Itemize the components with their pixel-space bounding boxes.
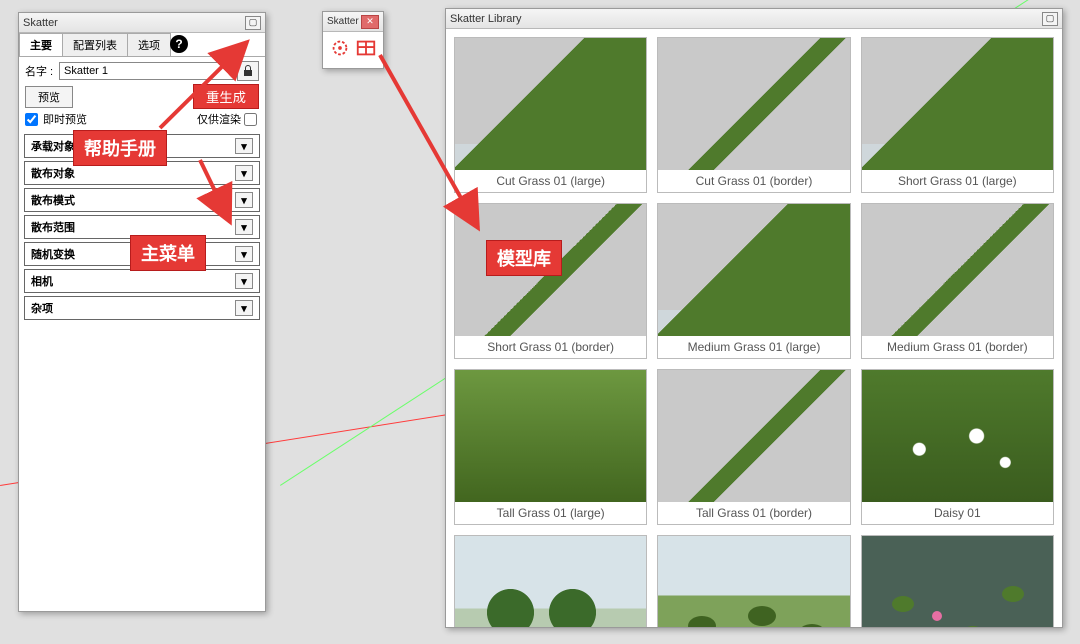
- tabs-bar: 主要 配置列表 选项 ?: [19, 33, 265, 57]
- library-item-label: Cut Grass 01 (large): [455, 170, 646, 192]
- library-body: Cut Grass 01 (large) Cut Grass 01 (borde…: [446, 29, 1062, 627]
- library-thumbnail: [862, 38, 1053, 170]
- library-item[interactable]: Short Grass 01 (large): [861, 37, 1054, 193]
- name-input[interactable]: [59, 62, 235, 80]
- expand-icon[interactable]: ▾: [235, 138, 253, 154]
- skatter-panel-titlebar[interactable]: Skatter ▢: [19, 13, 265, 33]
- expand-icon[interactable]: ▾: [235, 273, 253, 289]
- expand-icon[interactable]: ▾: [235, 300, 253, 316]
- library-item-label: Medium Grass 01 (border): [862, 336, 1053, 358]
- library-item[interactable]: Daisy 01: [861, 369, 1054, 525]
- section-misc[interactable]: 杂项 ▾: [24, 296, 260, 320]
- skatter-main-panel: Skatter ▢ 主要 配置列表 选项 ? 名字 : 预览 重生成 即时预览 …: [18, 12, 266, 612]
- regenerate-button[interactable]: 重生成: [193, 84, 259, 109]
- library-titlebar[interactable]: Skatter Library ▢: [446, 9, 1062, 29]
- library-thumbnail: [658, 38, 849, 170]
- library-item-label: Cut Grass 01 (border): [658, 170, 849, 192]
- close-icon[interactable]: ✕: [361, 15, 379, 29]
- library-item[interactable]: Trees 01: [454, 535, 647, 627]
- library-item-label: Tall Grass 01 (border): [658, 502, 849, 524]
- library-thumbnail: [862, 370, 1053, 502]
- library-item[interactable]: Tall Grass 01 (large): [454, 369, 647, 525]
- tab-options[interactable]: 选项: [127, 33, 171, 56]
- expand-icon[interactable]: ▾: [235, 165, 253, 181]
- skatter-panel-title: Skatter: [23, 17, 58, 29]
- help-icon[interactable]: ?: [170, 35, 188, 53]
- library-title: Skatter Library: [450, 13, 522, 25]
- library-tool-icon[interactable]: [354, 36, 378, 60]
- name-lock-button[interactable]: [237, 61, 259, 81]
- render-only-checkbox[interactable]: [244, 113, 257, 126]
- library-thumbnail: [455, 370, 646, 502]
- section-host-label: 承载对象: [31, 138, 75, 154]
- section-camera-label: 相机: [31, 273, 53, 289]
- library-thumbnail: [658, 204, 849, 336]
- expand-icon[interactable]: ▾: [235, 246, 253, 262]
- library-item[interactable]: Medium Grass 01 (large): [657, 203, 850, 359]
- section-scatter-mode-label: 散布模式: [31, 192, 75, 208]
- library-item[interactable]: Medium Grass 01 (border): [861, 203, 1054, 359]
- toolbar-title: Skatter: [327, 16, 359, 27]
- preview-button[interactable]: 预览: [25, 86, 73, 108]
- expand-icon[interactable]: ▾: [235, 192, 253, 208]
- section-scatter-range-label: 散布范围: [31, 219, 75, 235]
- library-item[interactable]: Cut Grass 01 (large): [454, 37, 647, 193]
- library-thumbnail: [455, 38, 646, 170]
- library-thumbnail: [658, 370, 849, 502]
- library-thumbnail: [658, 536, 849, 627]
- library-thumbnail: [862, 204, 1053, 336]
- skatter-toolbar: Skatter ✕: [322, 11, 384, 69]
- library-item[interactable]: Short Grass 01 (border): [454, 203, 647, 359]
- toolbar-titlebar[interactable]: Skatter ✕: [323, 12, 383, 32]
- library-item-label: Short Grass 01 (large): [862, 170, 1053, 192]
- library-item[interactable]: Bushes 01: [657, 535, 850, 627]
- section-scatter-mode[interactable]: 散布模式 ▾: [24, 188, 260, 212]
- library-item-label: Medium Grass 01 (large): [658, 336, 849, 358]
- library-thumbnail: [455, 536, 646, 627]
- scatter-tool-icon[interactable]: [328, 36, 352, 60]
- annotation-model-library: 模型库: [486, 240, 562, 276]
- instant-preview-label: 即时预览: [43, 111, 87, 127]
- library-item[interactable]: Water lilies 01: [861, 535, 1054, 627]
- panel-body: 名字 : 预览 重生成 即时预览 仅供渲染: [19, 57, 265, 131]
- annotation-main-menu: 主菜单: [130, 235, 206, 271]
- section-camera[interactable]: 相机 ▾: [24, 269, 260, 293]
- skatter-library-panel: Skatter Library ▢ Cut Grass 01 (large) C…: [445, 8, 1063, 628]
- name-label: 名字 :: [25, 63, 59, 79]
- tab-config-list[interactable]: 配置列表: [62, 33, 128, 56]
- tab-main[interactable]: 主要: [19, 33, 63, 56]
- library-item-label: Tall Grass 01 (large): [455, 502, 646, 524]
- section-random-transform-label: 随机变换: [31, 246, 75, 262]
- section-scatter-obj-label: 散布对象: [31, 165, 75, 181]
- library-thumbnail: [862, 536, 1053, 627]
- library-item-label: Daisy 01: [862, 502, 1053, 524]
- section-misc-label: 杂项: [31, 300, 53, 316]
- render-only-label: 仅供渲染: [197, 111, 241, 127]
- library-item-label: Short Grass 01 (border): [455, 336, 646, 358]
- annotation-help-manual: 帮助手册: [73, 130, 167, 166]
- collapse-button[interactable]: ▢: [1042, 12, 1058, 26]
- library-item[interactable]: Tall Grass 01 (border): [657, 369, 850, 525]
- library-item[interactable]: Cut Grass 01 (border): [657, 37, 850, 193]
- collapse-button[interactable]: ▢: [245, 16, 261, 30]
- expand-icon[interactable]: ▾: [235, 219, 253, 235]
- instant-preview-checkbox[interactable]: [25, 113, 38, 126]
